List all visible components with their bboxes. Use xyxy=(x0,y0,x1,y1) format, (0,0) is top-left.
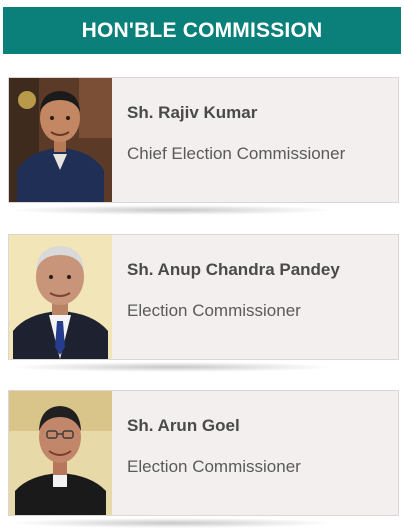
member-role: Election Commissioner xyxy=(127,457,301,476)
commission-header: HON'BLE COMMISSION xyxy=(3,7,401,54)
commission-title: HON'BLE COMMISSION xyxy=(81,18,323,42)
member-card-anup-chandra-pandey[interactable]: Sh. Anup Chandra Pandey Election Commiss… xyxy=(8,234,399,360)
member-name: Sh. Rajiv Kumar xyxy=(127,103,258,122)
member-photo xyxy=(9,235,112,359)
portrait-photo-icon xyxy=(9,391,112,515)
card-shadow xyxy=(12,362,332,372)
member-card-arun-goel[interactable]: Sh. Arun Goel Election Commissioner xyxy=(8,390,399,516)
card-shadow xyxy=(12,518,332,528)
member-name: Sh. Arun Goel xyxy=(127,416,240,435)
portrait-photo-icon xyxy=(9,78,112,202)
portrait-photo-icon xyxy=(9,235,112,359)
member-name: Sh. Anup Chandra Pandey xyxy=(127,260,340,279)
member-role: Chief Election Commissioner xyxy=(127,144,346,163)
commission-panel: HON'BLE COMMISSION Sh. Rajiv Kumar Chief… xyxy=(0,0,404,529)
member-photo xyxy=(9,391,112,515)
member-photo xyxy=(9,78,112,202)
member-card-rajiv-kumar[interactable]: Sh. Rajiv Kumar Chief Election Commissio… xyxy=(8,77,399,203)
card-shadow xyxy=(12,205,332,215)
member-role: Election Commissioner xyxy=(127,301,301,320)
